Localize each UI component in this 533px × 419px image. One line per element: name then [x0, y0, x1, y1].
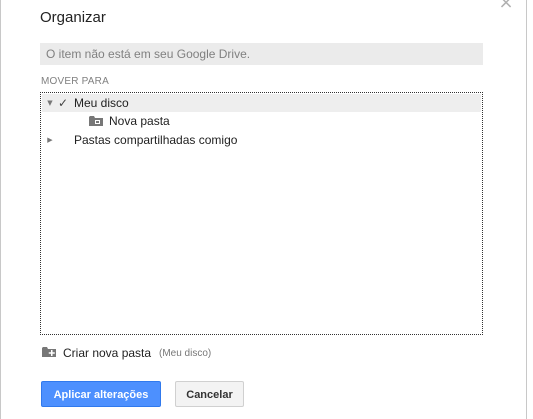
checkmark-icon: ✓ — [58, 96, 69, 110]
tree-item-my-drive[interactable]: ▼ ✓ Meu disco — [42, 94, 481, 112]
dialog-right-border — [526, 0, 527, 419]
tree-item-label: Nova pasta — [109, 114, 170, 128]
collapse-toggle-icon[interactable]: ▶ — [46, 131, 54, 149]
close-icon[interactable]: × — [498, 0, 514, 12]
folder-tree[interactable]: ▼ ✓ Meu disco Nova pasta ▶ Pastas compar… — [40, 92, 483, 335]
folder-icon — [89, 116, 103, 126]
move-to-label: MOVER PARA — [41, 76, 109, 87]
cancel-button[interactable]: Cancelar — [175, 381, 244, 407]
organize-dialog: × Organizar O item não está em seu Googl… — [0, 0, 533, 419]
apply-changes-button[interactable]: Aplicar alterações — [41, 381, 161, 407]
dialog-title: Organizar — [40, 9, 106, 26]
dialog-left-border — [0, 0, 1, 419]
expand-toggle-icon[interactable]: ▼ — [46, 94, 54, 112]
tree-item-new-folder[interactable]: Nova pasta — [42, 112, 481, 130]
add-folder-icon — [42, 347, 56, 357]
tree-item-label: Pastas compartilhadas comigo — [74, 133, 238, 147]
tree-item-shared-with-me[interactable]: ▶ Pastas compartilhadas comigo — [42, 131, 481, 149]
tree-item-label: Meu disco — [74, 96, 129, 110]
not-in-drive-notice: O item não está em seu Google Drive. — [40, 43, 483, 65]
create-folder-label: Criar nova pasta — [63, 346, 152, 360]
create-folder-location: (Meu disco) — [159, 348, 212, 359]
